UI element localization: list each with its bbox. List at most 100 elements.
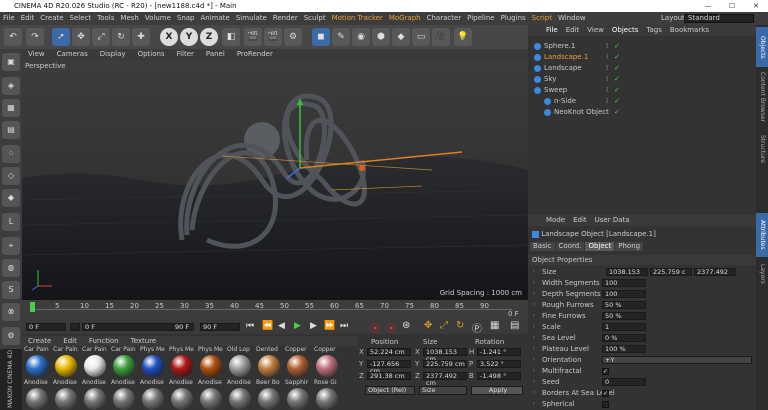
object-name[interactable]: Sphere.1 bbox=[544, 41, 575, 52]
menu-plugins[interactable]: Plugins bbox=[498, 12, 529, 25]
pla-key-icon[interactable]: ▦ bbox=[490, 320, 499, 331]
position-field[interactable]: 52.224 cm bbox=[367, 348, 411, 356]
menu-volume[interactable]: Volume bbox=[142, 12, 174, 25]
material-swatch[interactable] bbox=[55, 388, 77, 410]
material-swatch[interactable] bbox=[113, 355, 135, 377]
size-field[interactable]: 1038.153 cm bbox=[423, 348, 467, 363]
scale-tool-icon[interactable]: ⤢ bbox=[92, 28, 110, 46]
size-keyframe-icon[interactable]: ◦ bbox=[532, 268, 536, 276]
x-axis-lock-button[interactable]: X bbox=[160, 28, 178, 46]
material-swatch[interactable] bbox=[113, 388, 135, 410]
keyframe-dot-icon[interactable]: ◦ bbox=[532, 399, 536, 410]
attr-menu-user-data[interactable]: User Data bbox=[591, 216, 634, 224]
attr-value-field[interactable]: 1 bbox=[602, 323, 646, 331]
visibility-toggle-icon[interactable]: ⁞ bbox=[606, 85, 608, 96]
selection-handle[interactable] bbox=[359, 165, 365, 171]
apply-button[interactable]: Apply bbox=[471, 386, 523, 395]
attr-value-field[interactable]: 100 bbox=[602, 279, 646, 287]
edges-mode-icon[interactable]: ◇ bbox=[2, 167, 20, 185]
material-swatch[interactable] bbox=[200, 388, 222, 410]
enable-check-icon[interactable]: ✓ bbox=[614, 52, 620, 63]
keyframe-dot-icon[interactable]: ◦ bbox=[532, 322, 536, 333]
rotation-field[interactable]: -1.241 ° bbox=[477, 348, 521, 356]
mograph-icon[interactable]: ⚙ bbox=[2, 327, 20, 345]
visibility-toggle-icon[interactable]: ⁞ bbox=[606, 107, 608, 118]
material-swatch[interactable] bbox=[287, 355, 309, 377]
object-name[interactable]: n-Side bbox=[554, 96, 576, 107]
size-z-field[interactable]: 2377.492 bbox=[694, 268, 736, 276]
object-row[interactable]: n-Side ⁞ ✓ bbox=[528, 96, 756, 107]
menu-sculpt[interactable]: Sculpt bbox=[301, 12, 329, 25]
render-view-icon[interactable]: 🎬 bbox=[244, 28, 262, 46]
layout-dropdown[interactable]: Standard bbox=[684, 14, 754, 23]
attr-menu-mode[interactable]: Mode bbox=[542, 216, 569, 224]
keyframe-dot-icon[interactable]: ◦ bbox=[532, 377, 536, 388]
menu-render[interactable]: Render bbox=[270, 12, 301, 25]
keyframe-dot-icon[interactable]: ◦ bbox=[532, 333, 536, 344]
make-editable-icon[interactable]: ▣ bbox=[2, 53, 20, 71]
tweak-mode-icon[interactable]: ⌖ bbox=[2, 237, 20, 255]
keyframe-dot-icon[interactable]: ◦ bbox=[532, 344, 536, 355]
preview-end-field[interactable]: 90 F bbox=[200, 323, 240, 331]
light-icon[interactable]: 💡 bbox=[454, 28, 472, 46]
timeline-menu-icon[interactable]: ▤ bbox=[510, 320, 519, 331]
menu-script[interactable]: Script bbox=[529, 12, 555, 25]
attr-checkbox[interactable]: ✓ bbox=[602, 368, 609, 375]
visibility-toggle-icon[interactable]: ⁞ bbox=[606, 96, 608, 107]
object-name[interactable]: Landscape.1 bbox=[544, 52, 588, 63]
size-mode-dropdown[interactable]: Size bbox=[419, 386, 467, 395]
texture-mode-icon[interactable]: ▦ bbox=[2, 99, 20, 117]
visibility-toggle-icon[interactable]: ⁞ bbox=[606, 52, 608, 63]
attr-value-field[interactable]: 50 % bbox=[602, 301, 646, 309]
points-mode-icon[interactable]: ⁘ bbox=[2, 145, 20, 163]
size-x-field[interactable]: 1038.153 bbox=[606, 268, 648, 276]
visibility-toggle-icon[interactable]: ⁞ bbox=[606, 63, 608, 74]
attr-tab-basic[interactable]: Basic bbox=[530, 242, 555, 251]
parameter-key-icon[interactable]: Ⓟ bbox=[472, 320, 482, 335]
position-field[interactable]: 291.38 cm bbox=[367, 372, 411, 380]
attr-tab-coord[interactable]: Coord. bbox=[555, 242, 585, 251]
menu-animate[interactable]: Animate bbox=[198, 12, 233, 25]
material-swatch[interactable] bbox=[142, 355, 164, 377]
autokey-icon[interactable]: ⦿ bbox=[386, 320, 396, 335]
go-to-start-icon[interactable]: ⏮ bbox=[246, 321, 254, 331]
material-swatch[interactable] bbox=[258, 388, 280, 410]
attr-checkbox[interactable]: ✓ bbox=[602, 390, 609, 397]
side-tab-attributes[interactable]: Attributes bbox=[756, 213, 768, 257]
objmgr-tab-file[interactable]: File bbox=[542, 26, 562, 34]
menu-select[interactable]: Select bbox=[67, 12, 95, 25]
side-tab-layers[interactable]: Layers bbox=[756, 259, 768, 289]
menu-file[interactable]: File bbox=[0, 12, 18, 25]
material-swatch[interactable] bbox=[142, 388, 164, 410]
redo-icon[interactable]: ↷ bbox=[26, 28, 44, 46]
material-swatch[interactable] bbox=[26, 355, 48, 377]
render-picture-viewer-icon[interactable]: 🎬 bbox=[264, 28, 282, 46]
end-frame-field[interactable]: 90 F bbox=[172, 323, 194, 331]
floor-icon[interactable]: ▭ bbox=[412, 28, 430, 46]
playhead[interactable] bbox=[30, 302, 35, 312]
polygons-mode-icon[interactable]: ◆ bbox=[2, 189, 20, 207]
material-swatch[interactable] bbox=[229, 355, 251, 377]
camera-icon[interactable]: 🎥 bbox=[432, 28, 450, 46]
material-swatch[interactable] bbox=[171, 388, 193, 410]
enable-check-icon[interactable]: ✓ bbox=[614, 107, 620, 118]
attr-checkbox[interactable] bbox=[602, 401, 609, 408]
keyframe-selection-icon[interactable]: ⊛ bbox=[402, 320, 410, 331]
viewport[interactable]: Perspective Grid Spacing : 1000 cm bbox=[22, 60, 528, 300]
menu-motion-tracker[interactable]: Motion Tracker bbox=[329, 12, 386, 25]
visibility-toggle-icon[interactable]: ⁞ bbox=[606, 74, 608, 85]
position-key-icon[interactable]: ✥ bbox=[424, 320, 432, 331]
material-menu-create[interactable]: Create bbox=[22, 337, 57, 345]
viewport-menu-view[interactable]: View bbox=[22, 49, 51, 60]
material-swatch[interactable] bbox=[84, 388, 106, 410]
material-menu-texture[interactable]: Texture bbox=[125, 337, 163, 345]
material-swatch[interactable] bbox=[229, 388, 251, 410]
objmgr-tab-view[interactable]: View bbox=[583, 26, 608, 34]
play-icon[interactable]: ▶ bbox=[294, 321, 301, 331]
visibility-toggle-icon[interactable]: ⁞ bbox=[606, 41, 608, 52]
viewport-menu-filter[interactable]: Filter bbox=[171, 49, 200, 60]
rotation-field[interactable]: -1.498 ° bbox=[477, 372, 521, 380]
move-tool-icon[interactable]: ✥ bbox=[72, 28, 90, 46]
start-frame-stepper[interactable] bbox=[70, 323, 80, 331]
menu-mograph[interactable]: MoGraph bbox=[386, 12, 424, 25]
